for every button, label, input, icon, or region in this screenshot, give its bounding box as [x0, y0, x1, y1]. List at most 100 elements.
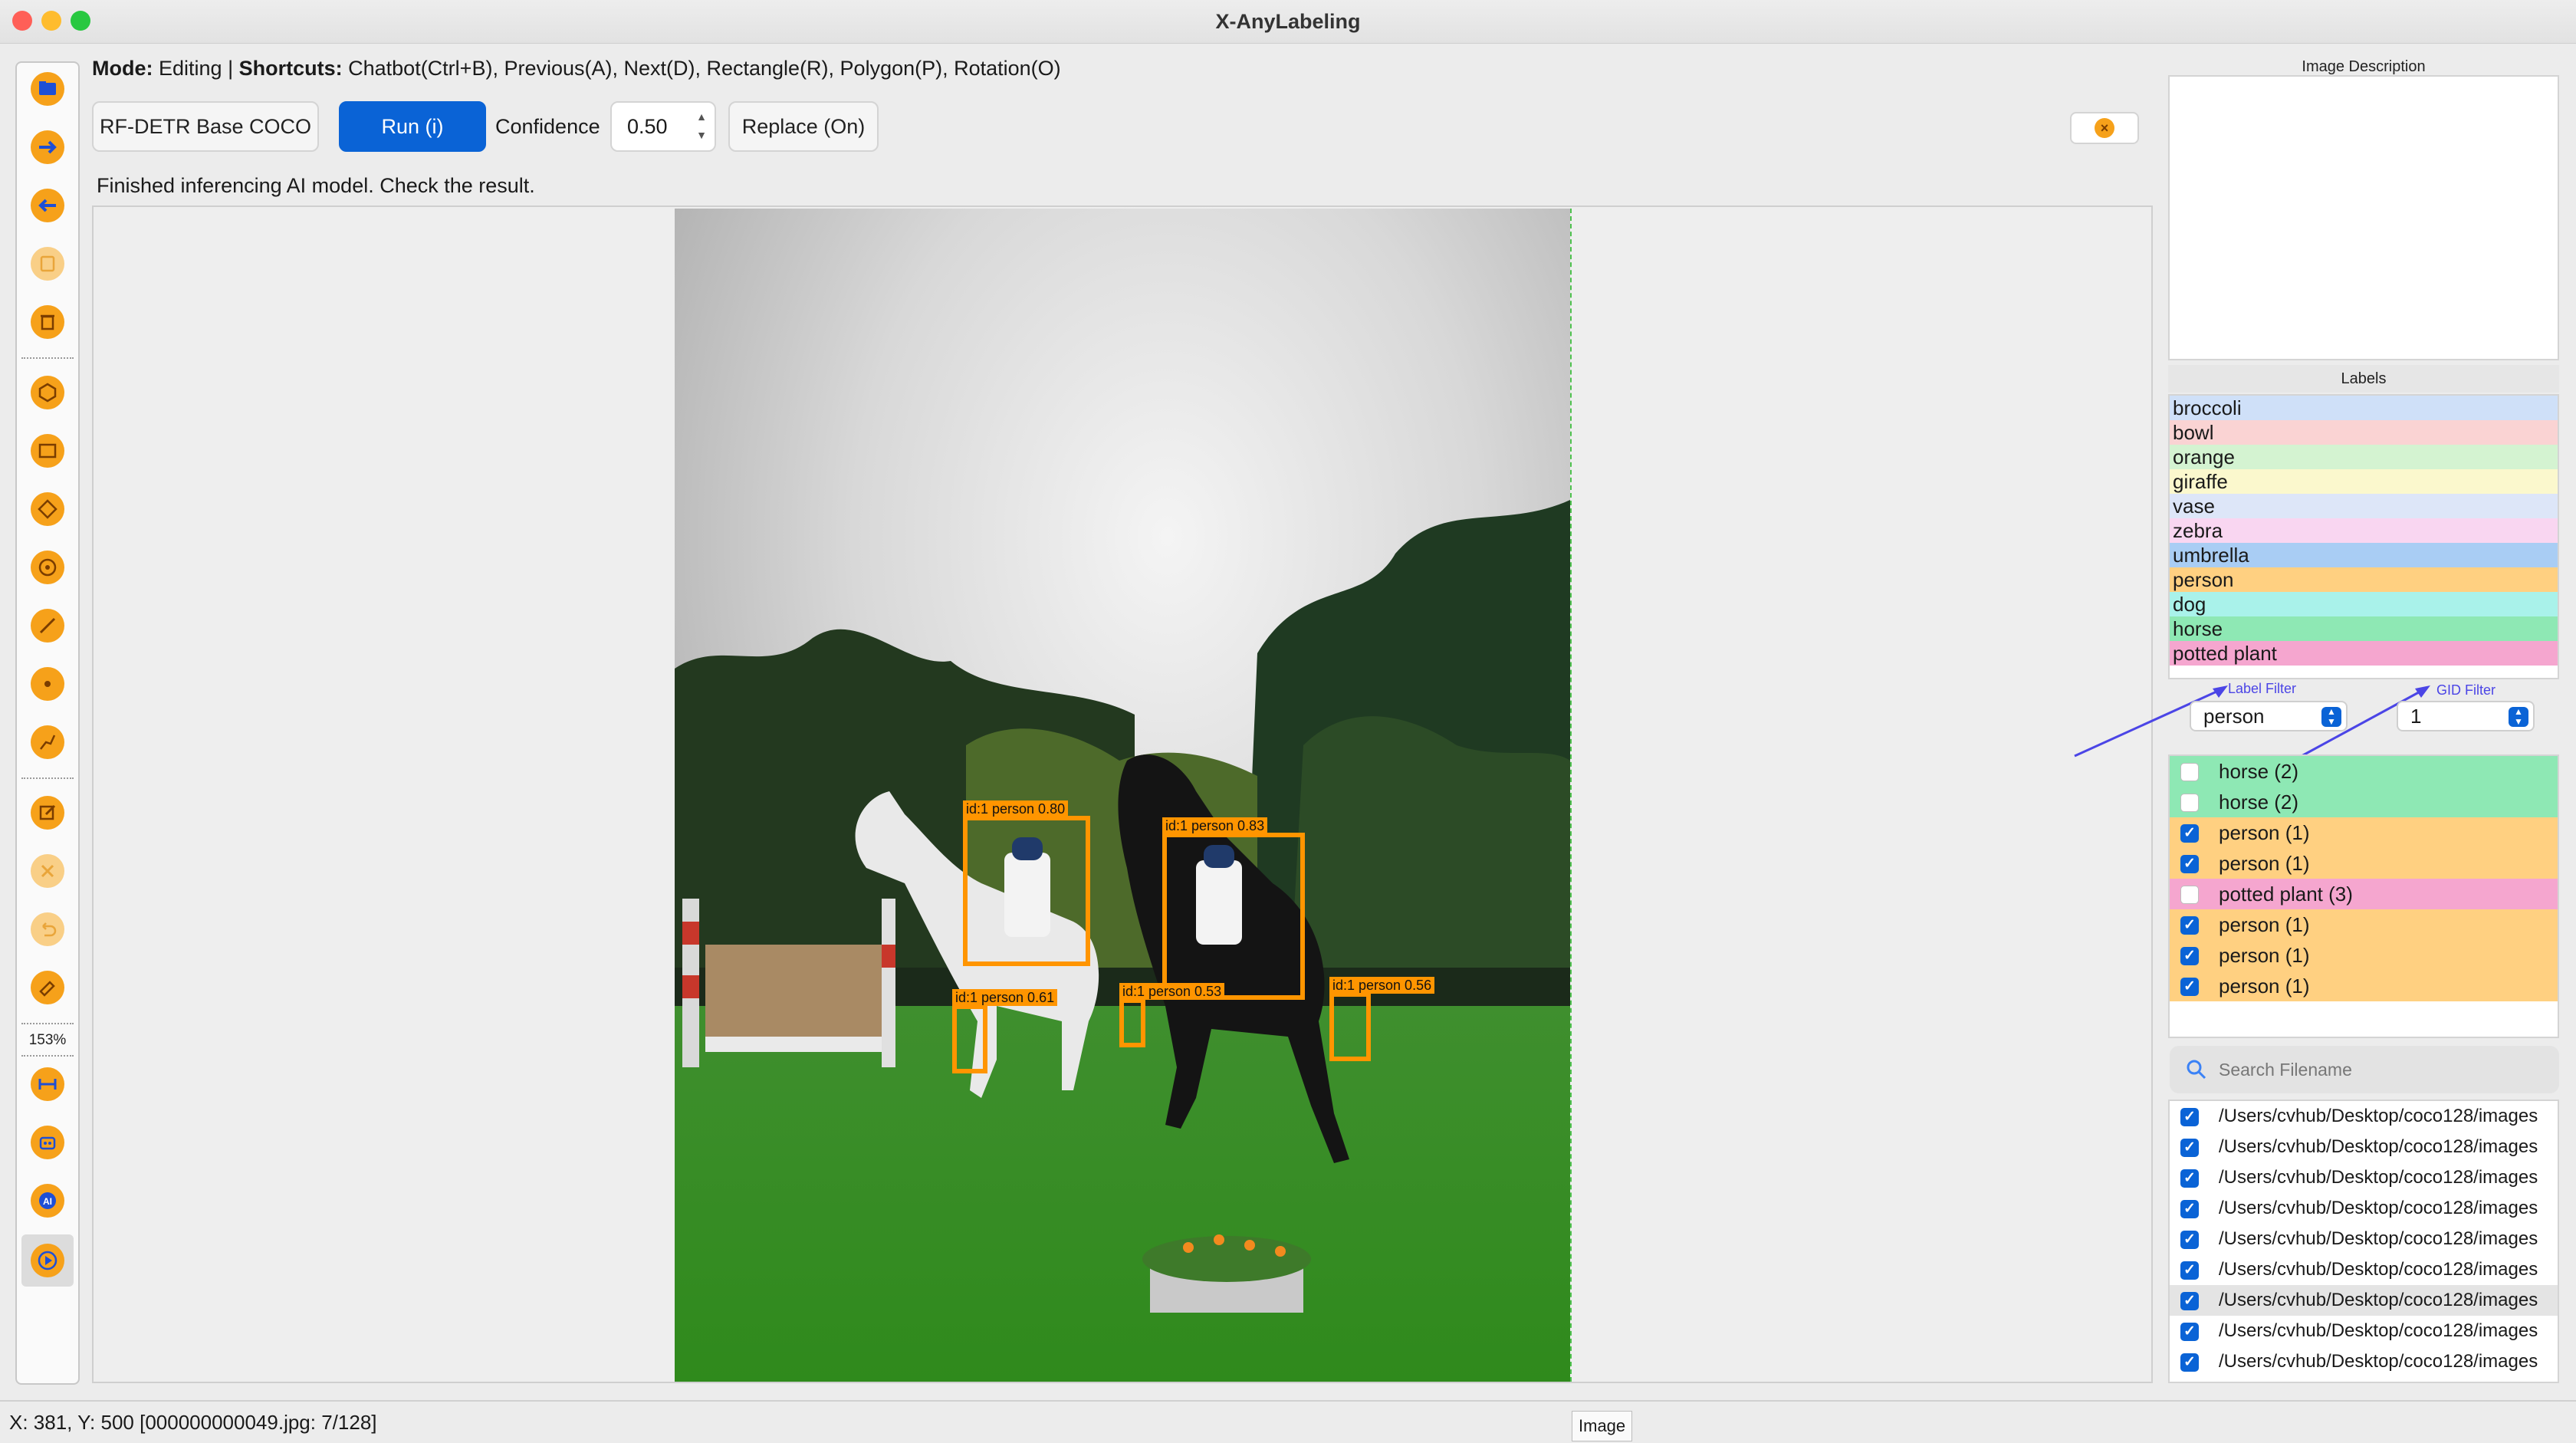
previous-image-icon[interactable] [31, 189, 64, 222]
checkbox[interactable] [2180, 1132, 2199, 1162]
label-filter-caption: Label Filter [2228, 681, 2297, 696]
label-item-potted-plant[interactable]: potted plant [2170, 641, 2558, 666]
gid-filter-value: 1 [2410, 705, 2422, 728]
delete-icon[interactable] [31, 305, 64, 339]
label-item-dog[interactable]: dog [2170, 592, 2558, 616]
gid-filter-dropdown[interactable]: 1 ▲ ▼ [2397, 701, 2535, 731]
file-path: /Users/cvhub/Desktop/coco128/images [2219, 1290, 2538, 1310]
detection-label: id:1 person 0.56 [1329, 977, 1435, 994]
label-item-broccoli[interactable]: broccoli [2170, 396, 2558, 420]
save-icon[interactable] [31, 247, 64, 281]
label-text: giraffe [2173, 470, 2228, 493]
svg-text:AI: AI [43, 1196, 52, 1207]
shape-item[interactable]: person (1) [2170, 971, 2558, 1002]
checkbox[interactable] [2180, 1102, 2199, 1132]
shape-item[interactable]: horse (2) [2170, 787, 2558, 817]
fit-width-icon[interactable] [31, 1067, 64, 1101]
linestrip-icon[interactable] [31, 725, 64, 759]
detection-box[interactable]: id:1 person 0.83 [1162, 817, 1305, 1000]
line-icon[interactable] [31, 609, 64, 643]
close-model-button[interactable]: × [2070, 112, 2139, 144]
label-item-person[interactable]: person [2170, 567, 2558, 592]
label-item-orange[interactable]: orange [2170, 445, 2558, 469]
shape-label: horse (2) [2219, 760, 2299, 783]
confidence-spinbox[interactable]: 0.50 ▲ ▼ [610, 101, 716, 152]
checkbox[interactable] [2180, 910, 2199, 941]
point-icon[interactable] [31, 667, 64, 701]
checkbox[interactable] [2180, 1224, 2199, 1254]
detection-box[interactable]: id:1 person 0.56 [1329, 977, 1435, 1061]
label-item-horse[interactable]: horse [2170, 616, 2558, 641]
checkbox[interactable] [2180, 1163, 2199, 1193]
open-folder-icon[interactable] [31, 72, 64, 106]
checkbox[interactable] [2180, 971, 2199, 1002]
checkbox[interactable] [2180, 1286, 2199, 1316]
delete-shape-icon[interactable] [31, 854, 64, 888]
shape-item[interactable]: horse (2) [2170, 756, 2558, 787]
rotation-icon[interactable] [31, 492, 64, 526]
model-select-button[interactable]: RF-DETR Base COCO [92, 101, 319, 152]
spin-arrows-icon[interactable]: ▲ ▼ [696, 107, 707, 144]
replace-toggle-button[interactable]: Replace (On) [728, 101, 879, 152]
file-path: /Users/cvhub/Desktop/coco128/images [2219, 1351, 2538, 1372]
circle-icon[interactable] [31, 551, 64, 584]
checkbox[interactable] [2180, 1347, 2199, 1377]
rectangle-icon[interactable] [31, 434, 64, 468]
label-item-vase[interactable]: vase [2170, 494, 2558, 518]
label-text: zebra [2173, 519, 2223, 542]
file-item-selected[interactable]: /Users/cvhub/Desktop/coco128/images [2170, 1285, 2558, 1316]
checkbox[interactable] [2180, 763, 2199, 781]
detection-box[interactable]: id:1 person 0.61 [952, 989, 1058, 1073]
file-item[interactable]: /Users/cvhub/Desktop/coco128/images [2170, 1132, 2558, 1162]
chevron-updown-icon: ▲ ▼ [2321, 707, 2341, 727]
detection-box[interactable]: id:1 person 0.53 [1119, 983, 1225, 1047]
file-item[interactable]: /Users/cvhub/Desktop/coco128/images [2170, 1346, 2558, 1377]
label-item-bowl[interactable]: bowl [2170, 420, 2558, 445]
label-item-umbrella[interactable]: umbrella [2170, 543, 2558, 567]
image-description-textbox[interactable] [2168, 75, 2559, 360]
file-item[interactable]: /Users/cvhub/Desktop/coco128/images [2170, 1162, 2558, 1193]
label-filter-dropdown[interactable]: person ▲ ▼ [2190, 701, 2348, 731]
next-image-icon[interactable] [31, 130, 64, 164]
canvas-tooltip: Image [1572, 1411, 1633, 1441]
detection-box[interactable]: id:1 person 0.80 [963, 800, 1090, 966]
left-toolbar: 153% AI [15, 61, 80, 1385]
gid-filter-caption: GID Filter [2436, 682, 2496, 698]
checkbox[interactable] [2180, 1194, 2199, 1224]
checkbox[interactable] [2180, 886, 2199, 904]
ai-icon[interactable]: AI [31, 1184, 64, 1218]
run-model-button[interactable]: Run (i) [339, 101, 486, 152]
brush-icon[interactable] [31, 971, 64, 1004]
file-item[interactable]: /Users/cvhub/Desktop/coco128/images [2170, 1193, 2558, 1224]
filename-search[interactable]: Search Filename [2170, 1046, 2559, 1093]
undo-icon[interactable] [31, 912, 64, 946]
checkbox[interactable] [2180, 818, 2199, 849]
checkbox[interactable] [2180, 794, 2199, 812]
shape-item[interactable]: person (1) [2170, 940, 2558, 971]
file-item[interactable]: /Users/cvhub/Desktop/coco128/images [2170, 1101, 2558, 1132]
annotated-photo[interactable]: id:1 person 0.80 id:1 person 0.83 id:1 p… [675, 209, 1572, 1382]
label-item-zebra[interactable]: zebra [2170, 518, 2558, 543]
polygon-icon[interactable] [31, 376, 64, 409]
detection-label: id:1 person 0.53 [1119, 983, 1225, 1000]
file-item[interactable]: /Users/cvhub/Desktop/coco128/images [2170, 1224, 2558, 1254]
edit-icon[interactable] [31, 796, 64, 830]
label-item-giraffe[interactable]: giraffe [2170, 469, 2558, 494]
shortcuts-text: Chatbot(Ctrl+B), Previous(A), Next(D), R… [348, 57, 1061, 80]
label-text: bowl [2173, 421, 2214, 444]
file-item[interactable]: /Users/cvhub/Desktop/coco128/images [2170, 1316, 2558, 1346]
checkbox[interactable] [2180, 1255, 2199, 1285]
checkbox[interactable] [2180, 1316, 2199, 1346]
auto-label-icon[interactable] [31, 1126, 64, 1159]
shapes-list: horse (2) horse (2) person (1) person (1… [2168, 754, 2559, 1038]
shape-item[interactable]: person (1) [2170, 848, 2558, 879]
run-icon[interactable] [31, 1244, 64, 1277]
window-title: X-AnyLabeling [1215, 10, 1361, 33]
shape-item[interactable]: person (1) [2170, 909, 2558, 941]
checkbox[interactable] [2180, 941, 2199, 971]
shape-item[interactable]: person (1) [2170, 817, 2558, 849]
checkbox[interactable] [2180, 849, 2199, 879]
file-path: /Users/cvhub/Desktop/coco128/images [2219, 1320, 2538, 1341]
file-item[interactable]: /Users/cvhub/Desktop/coco128/images [2170, 1254, 2558, 1285]
shape-item[interactable]: potted plant (3) [2170, 879, 2558, 909]
